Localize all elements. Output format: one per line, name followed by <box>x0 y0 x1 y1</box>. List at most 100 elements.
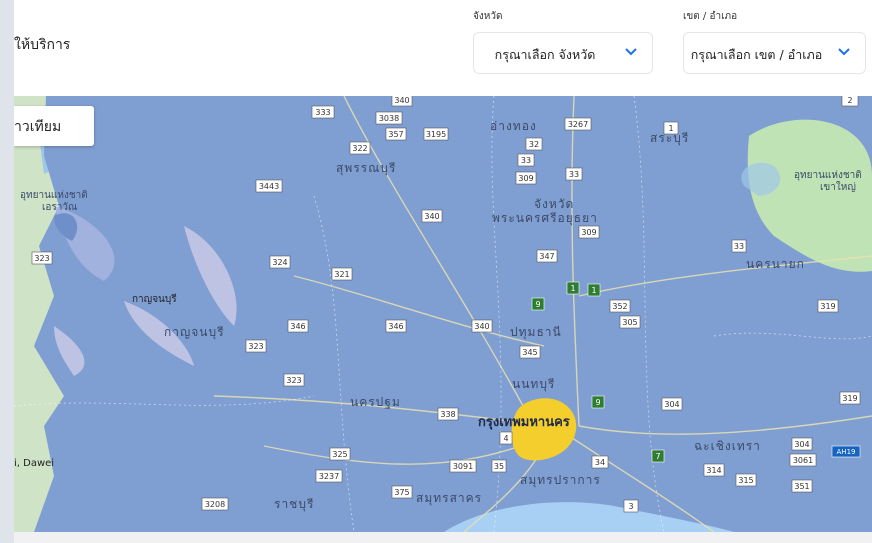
road-shield: 9 <box>531 297 545 311</box>
svg-text:346: 346 <box>388 322 403 331</box>
road-shield: 309 <box>515 171 537 185</box>
svg-text:3443: 3443 <box>259 182 279 191</box>
svg-text:321: 321 <box>334 270 349 279</box>
svg-text:1: 1 <box>591 286 596 295</box>
label-suphanburi: สุพรรณบุรี <box>336 161 396 176</box>
svg-text:305: 305 <box>622 318 637 327</box>
road-shield: 319 <box>817 299 839 313</box>
svg-text:3061: 3061 <box>793 456 813 465</box>
road-shield: 33 <box>565 167 583 181</box>
svg-text:35: 35 <box>494 462 504 471</box>
road-shield: 323 <box>283 373 305 387</box>
district-select-text: กรุณาเลือก เขต / อำเภอ <box>690 47 823 62</box>
road-shield: 346 <box>287 319 309 333</box>
svg-text:340: 340 <box>424 212 439 221</box>
road-shield: 3091 <box>449 459 477 473</box>
road-shield: 3195 <box>423 127 449 141</box>
svg-text:33: 33 <box>569 170 579 179</box>
road-shield: 4 <box>499 431 513 445</box>
svg-text:3208: 3208 <box>205 500 225 509</box>
svg-text:309: 309 <box>581 228 596 237</box>
road-shield: 338 <box>437 407 459 421</box>
filter-header: ให้บริการ จังหวัด กรุณาเลือก จังหวัด เขต… <box>14 0 872 96</box>
svg-text:333: 333 <box>315 108 330 117</box>
road-shield: 3443 <box>255 179 283 193</box>
road-shield: 2 <box>841 96 859 107</box>
svg-text:AH19: AH19 <box>837 448 856 456</box>
svg-text:4: 4 <box>503 434 508 443</box>
road-shield: 323 <box>31 251 53 265</box>
label-ayutthaya-1: จังหวัด <box>534 197 574 211</box>
svg-text:304: 304 <box>664 400 679 409</box>
district-label: เขต / อำเภอ <box>683 11 738 22</box>
svg-text:324: 324 <box>272 258 287 267</box>
road-shield: 375 <box>391 485 413 499</box>
label-ayutthaya-2: พระนครศรีอยุธยา <box>492 211 598 226</box>
label-ratchaburi: ราชบุรี <box>274 497 314 512</box>
road-shield: 321 <box>331 267 353 281</box>
svg-text:319: 319 <box>842 394 857 403</box>
satellite-toggle-label: าวเทียม <box>14 119 62 135</box>
label-kanchanaburi: กาญจนบุรี <box>164 325 225 340</box>
road-shield: 352 <box>609 299 631 313</box>
road-shield: 325 <box>329 447 351 461</box>
label-nonthaburi: นนทบุรี <box>512 377 555 392</box>
svg-text:32: 32 <box>529 140 539 149</box>
road-shield: 305 <box>619 315 641 329</box>
svg-text:3237: 3237 <box>319 472 339 481</box>
svg-text:375: 375 <box>394 488 409 497</box>
road-shield: 32 <box>525 137 543 151</box>
svg-text:347: 347 <box>539 252 554 261</box>
road-shield: 33 <box>731 239 747 253</box>
road-shield: 324 <box>269 255 291 269</box>
svg-text:3091: 3091 <box>453 462 473 471</box>
label-kanchanaburi-town: กาญจนบุรี <box>132 293 177 305</box>
road-shield: 34 <box>591 455 609 469</box>
road-shield: 3038 <box>375 111 403 125</box>
svg-text:338: 338 <box>440 410 455 419</box>
road-shield: 323 <box>245 339 267 353</box>
label-chachoengsao: ฉะเชิงเทรา <box>694 439 761 453</box>
label-erawan-1: อุทยานแห่งชาติ <box>20 190 88 201</box>
svg-text:315: 315 <box>738 476 753 485</box>
label-saraburi: สระบุรี <box>650 131 689 146</box>
road-shield: 340 <box>391 96 413 107</box>
svg-text:7: 7 <box>655 452 660 461</box>
road-shield: 33 <box>517 153 535 167</box>
svg-text:323: 323 <box>34 254 49 263</box>
left-edge-panel <box>0 0 14 543</box>
road-shield: 322 <box>349 141 371 155</box>
road-shield: AH19 <box>831 445 861 458</box>
label-samutsakhon: สมุทรสาคร <box>416 491 482 506</box>
road-shield: 345 <box>519 345 541 359</box>
road-shield: 3061 <box>789 453 817 467</box>
district-select[interactable]: กรุณาเลือก เขต / อำเภอ <box>683 32 866 74</box>
footer-bar <box>14 532 872 543</box>
road-shield: 309 <box>578 225 600 239</box>
svg-text:340: 340 <box>394 96 409 105</box>
road-shield: 304 <box>791 437 813 451</box>
svg-text:3267: 3267 <box>568 120 588 129</box>
road-shield: 3237 <box>315 469 343 483</box>
road-shield: 319 <box>839 391 861 405</box>
svg-text:325: 325 <box>332 450 347 459</box>
satellite-toggle-button[interactable]: าวเทียม <box>14 106 94 146</box>
label-angthong: อ่างทอง <box>490 119 537 133</box>
road-shield: 340 <box>421 209 443 223</box>
province-select[interactable]: กรุณาเลือก จังหวัด <box>473 32 653 74</box>
road-shield: 3 <box>623 499 639 513</box>
svg-text:33: 33 <box>734 242 744 251</box>
road-shield: 314 <box>703 463 725 477</box>
label-nakhonpathom: นครปฐม <box>350 395 401 409</box>
road-shield: 333 <box>311 105 335 119</box>
road-shield: 3267 <box>564 117 592 131</box>
label-samutprakan: สมุทรปราการ <box>520 473 601 488</box>
road-shield: 346 <box>385 319 407 333</box>
svg-text:3: 3 <box>628 502 633 511</box>
service-area-map[interactable]: 333 340 3038 357 3195 322 3267 32 1 33 3… <box>14 96 872 532</box>
svg-text:323: 323 <box>286 376 301 385</box>
svg-text:304: 304 <box>794 440 809 449</box>
map-canvas[interactable]: 333 340 3038 357 3195 322 3267 32 1 33 3… <box>14 96 872 532</box>
svg-text:34: 34 <box>595 458 605 467</box>
label-pathumthani: ปทุมธานี <box>510 325 562 340</box>
